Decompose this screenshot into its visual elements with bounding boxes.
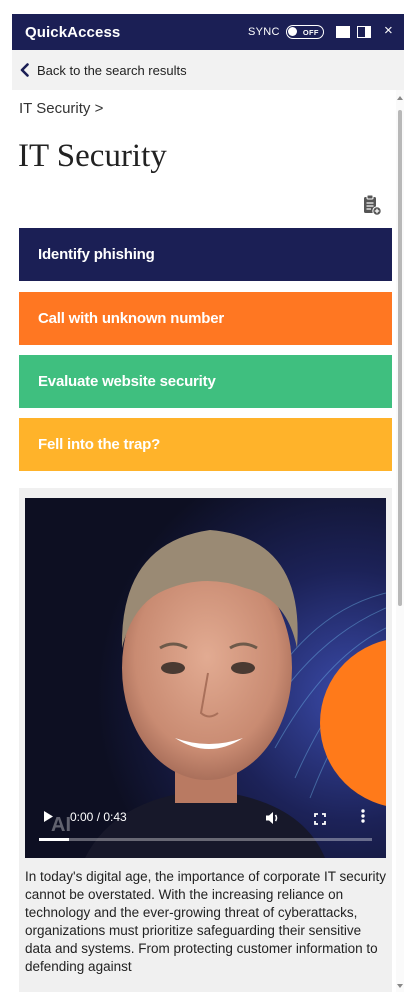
page-title: IT Security — [18, 138, 167, 174]
clipboard-add-icon[interactable] — [362, 194, 382, 221]
split-view-icon[interactable] — [357, 26, 371, 38]
back-link-label: Back to the search results — [37, 62, 187, 78]
watermark: AI — [51, 814, 71, 836]
category-evaluate-website-security[interactable]: Evaluate website security — [19, 355, 392, 408]
volume-icon[interactable] — [265, 811, 281, 830]
scrollbar-thumb[interactable] — [398, 110, 402, 606]
sync-state: OFF — [302, 27, 319, 37]
sync-toggle[interactable]: OFF — [285, 25, 324, 39]
video-progress-played — [39, 838, 69, 841]
main-content: IT Security > IT Security Identify phish… — [12, 90, 404, 992]
sync-label: SYNC — [248, 26, 280, 38]
back-to-results-link[interactable]: Back to the search results — [12, 50, 404, 90]
play-icon[interactable] — [43, 810, 54, 828]
category-fell-into-trap[interactable]: Fell into the trap? — [19, 418, 392, 471]
close-icon[interactable]: × — [384, 21, 393, 41]
chevron-left-icon — [20, 63, 29, 77]
description-text: In today's digital age, the importance o… — [25, 869, 387, 974]
category-identify-phishing[interactable]: Identify phishing — [19, 228, 392, 281]
title-bar: QuickAccess SYNC OFF × — [12, 14, 404, 50]
scroll-up-icon[interactable] — [397, 96, 403, 100]
video-player[interactable]: AI 0:00 / 0:43 — [25, 498, 386, 858]
video-time: 0:00 / 0:43 — [70, 810, 127, 824]
video-card: AI 0:00 / 0:43 In today's digital age, t… — [19, 488, 392, 992]
breadcrumb[interactable]: IT Security > — [19, 100, 103, 117]
scroll-down-icon[interactable] — [397, 984, 403, 988]
toggle-knob — [287, 27, 297, 36]
video-progress-bar[interactable] — [39, 838, 372, 841]
sync-control[interactable]: SYNC OFF — [248, 25, 324, 39]
scrollbar[interactable] — [396, 90, 404, 992]
fullscreen-icon[interactable] — [314, 812, 326, 830]
video-controls: AI 0:00 / 0:43 — [25, 800, 386, 858]
app-title: QuickAccess — [25, 23, 121, 41]
category-call-unknown-number[interactable]: Call with unknown number — [19, 292, 392, 345]
maximize-icon[interactable] — [336, 26, 350, 38]
more-options-icon[interactable] — [361, 808, 365, 829]
